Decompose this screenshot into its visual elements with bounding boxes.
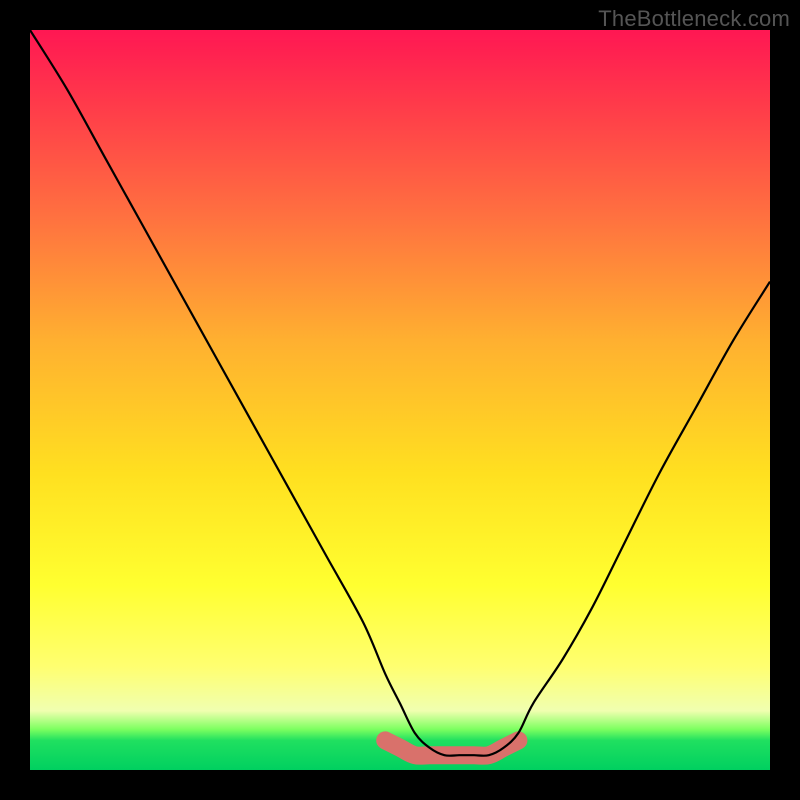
plot-area <box>30 30 770 770</box>
curve-layer <box>30 30 770 770</box>
bottleneck-chart: TheBottleneck.com <box>0 0 800 800</box>
highlight-band <box>385 740 518 755</box>
watermark-text: TheBottleneck.com <box>598 6 790 32</box>
main-curve <box>30 30 770 756</box>
